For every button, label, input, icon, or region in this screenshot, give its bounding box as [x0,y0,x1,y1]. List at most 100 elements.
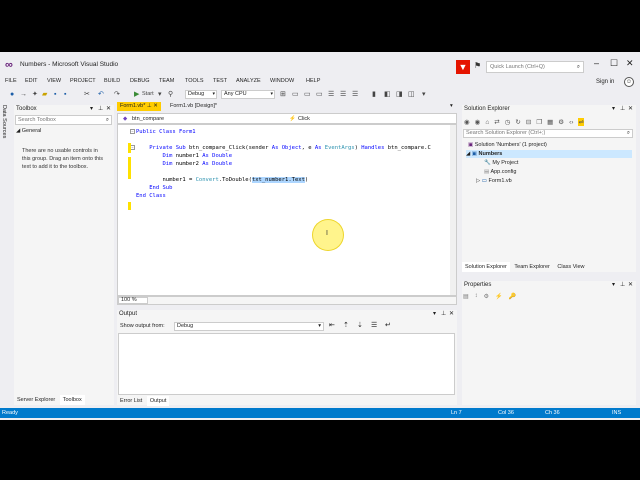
properties-close-icon[interactable]: ✕ [628,281,633,290]
solution-search-input[interactable]: Search Solution Explorer (Ctrl+;) ⌕ [463,129,633,138]
zoom-select[interactable]: 100 % [118,297,148,304]
tab-class-view[interactable]: Class View [554,262,587,272]
attach-icon[interactable]: ⚲ [168,89,173,100]
back-icon[interactable]: ● [10,89,14,100]
tab-form1-vb[interactable]: Form1.vb* ⊥ ✕ [117,102,161,111]
minimize-button[interactable]: – [594,58,599,68]
menu-help[interactable]: HELP [306,77,320,86]
output-source-select[interactable]: Debug [174,322,324,331]
toolbar-icon-a[interactable]: ▭ [292,89,299,100]
bookmark-prev-icon[interactable]: ◧ [384,89,391,100]
configuration-select[interactable]: Debug [185,90,217,99]
back-icon[interactable]: ◉ [464,118,470,126]
categorized-icon[interactable]: ▤ [463,293,469,300]
toolbox-pin-icon[interactable]: ⊥ [98,105,103,114]
tree-item-form1[interactable]: ▷ ▭ Form1.vb [476,177,512,185]
cut-icon[interactable]: ✂ [84,89,90,100]
property-pages-icon[interactable]: 🔑 [509,293,516,300]
output-prev-icon[interactable]: ⇡ [343,321,349,329]
find-icon[interactable]: ⊞ [280,89,286,100]
start-icon[interactable]: ▶ [134,89,139,100]
tab-output[interactable]: Output [146,396,170,406]
editor-vertical-scrollbar[interactable] [450,125,456,295]
output-close-icon[interactable]: ✕ [449,310,454,319]
undo-icon[interactable]: ↶ [98,89,104,100]
solution-pin-icon[interactable]: ⊥ [620,105,625,114]
menu-analyze[interactable]: ANALYZE [236,77,261,86]
show-all-files-icon[interactable]: ▦ [547,118,553,126]
tab-form1-design[interactable]: Form1.vb [Design]* [167,102,220,111]
tab-server-explorer[interactable]: Server Explorer [14,395,58,405]
output-clear-icon[interactable]: ☰ [371,321,377,329]
member-selector[interactable]: ⚡ Click [288,115,453,123]
sync-icon[interactable]: ⇄ [494,118,499,126]
save-all-icon[interactable]: ▪ [64,89,66,100]
sign-in-link[interactable]: Sign in [596,79,614,85]
output-next-icon[interactable]: ⇣ [357,321,363,329]
tree-item-my-project[interactable]: 🔧 My Project [484,159,518,167]
tab-pin-icon[interactable]: ⊥ ✕ [147,103,158,109]
output-wrap-icon[interactable]: ↵ [385,321,391,329]
tab-team-explorer[interactable]: Team Explorer [511,262,552,272]
menu-test[interactable]: TEST [213,77,227,86]
notifications-flag-icon[interactable]: ▼ [456,60,470,74]
redo-icon[interactable]: ↷ [114,89,120,100]
pending-changes-icon[interactable]: ◷ [505,118,511,126]
type-selector[interactable]: ◆ btn_compare [122,115,272,123]
view-code-icon[interactable]: ‹› [569,119,573,126]
menu-file[interactable]: FILE [5,77,17,86]
toolbar-icon-b[interactable]: ▭ [304,89,311,100]
toolbar-overflow-icon[interactable]: ▾ [422,89,426,100]
preview-icon[interactable]: ⇌ [578,118,584,126]
tab-error-list[interactable]: Error List [117,396,145,406]
menu-project[interactable]: PROJECT [70,77,96,86]
toolbar-icon-d[interactable]: ☰ [328,89,334,100]
solution-close-icon[interactable]: ✕ [628,105,633,114]
save-icon[interactable]: ▪ [54,89,56,100]
bookmark-clear-icon[interactable]: ◫ [408,89,415,100]
platform-select[interactable]: Any CPU [221,90,275,99]
events-icon[interactable]: ⚡ [495,293,502,300]
toolbox-search-input[interactable]: Search Toolbox ⌕ [15,115,112,125]
output-text-area[interactable] [118,333,455,395]
code-editor[interactable]: − − Public Class Form1 Private Sub btn_c… [117,124,457,296]
toolbar-icon-c[interactable]: ▭ [316,89,323,100]
tab-list-dropdown-icon[interactable]: ▾ [447,102,456,111]
close-button[interactable]: ✕ [626,58,634,69]
new-project-icon[interactable]: ✦ [32,89,38,100]
refresh-icon[interactable]: ↻ [515,118,520,126]
start-dropdown-icon[interactable]: ▾ [158,89,162,100]
menu-window[interactable]: WINDOW [270,77,294,86]
bookmark-next-icon[interactable]: ◨ [396,89,403,100]
properties-icon[interactable]: ⚙ [558,118,564,126]
collapse-all-icon[interactable]: ⊟ [526,118,531,126]
toolbar-icon-f[interactable]: ☰ [352,89,358,100]
bookmark-icon[interactable]: ▮ [372,89,376,100]
home-icon[interactable]: ⌂ [485,119,489,126]
tab-solution-explorer[interactable]: Solution Explorer [462,262,510,272]
menu-debug[interactable]: DEBUG [130,77,150,86]
menu-edit[interactable]: EDIT [25,77,38,86]
toolbox-dropdown-icon[interactable]: ▾ [90,105,93,114]
alphabetical-icon[interactable]: ↕ [475,293,478,299]
tree-item-project[interactable]: ◢ ▣ Numbers [466,150,632,158]
properties-dropdown-icon[interactable]: ▾ [612,281,615,290]
properties-icon[interactable]: ⚙ [484,293,489,300]
feedback-icon[interactable]: ⚑ [474,61,481,70]
menu-build[interactable]: BUILD [104,77,120,86]
output-goto-icon[interactable]: ⇤ [329,321,335,329]
collapse-class-icon[interactable]: − [130,129,135,134]
toolbox-group-general[interactable]: ◢ General [16,127,41,135]
menu-tools[interactable]: TOOLS [185,77,204,86]
forward-icon[interactable]: → [20,89,27,100]
properties-pin-icon[interactable]: ⊥ [620,281,625,290]
tree-item-solution[interactable]: ▣ Solution 'Numbers' (1 project) [468,141,547,149]
properties-grid[interactable] [463,303,634,401]
quick-launch-input[interactable]: Quick Launch (Ctrl+Q) ⌕ [486,61,584,73]
toolbox-close-icon[interactable]: ✕ [106,105,111,114]
maximize-button[interactable]: ☐ [610,58,618,69]
menu-view[interactable]: VIEW [47,77,61,86]
data-sources-tab[interactable]: Data Sources [1,105,7,138]
open-icon[interactable]: ▰ [42,89,47,100]
tree-item-app-config[interactable]: ▤ App.config [484,168,516,176]
